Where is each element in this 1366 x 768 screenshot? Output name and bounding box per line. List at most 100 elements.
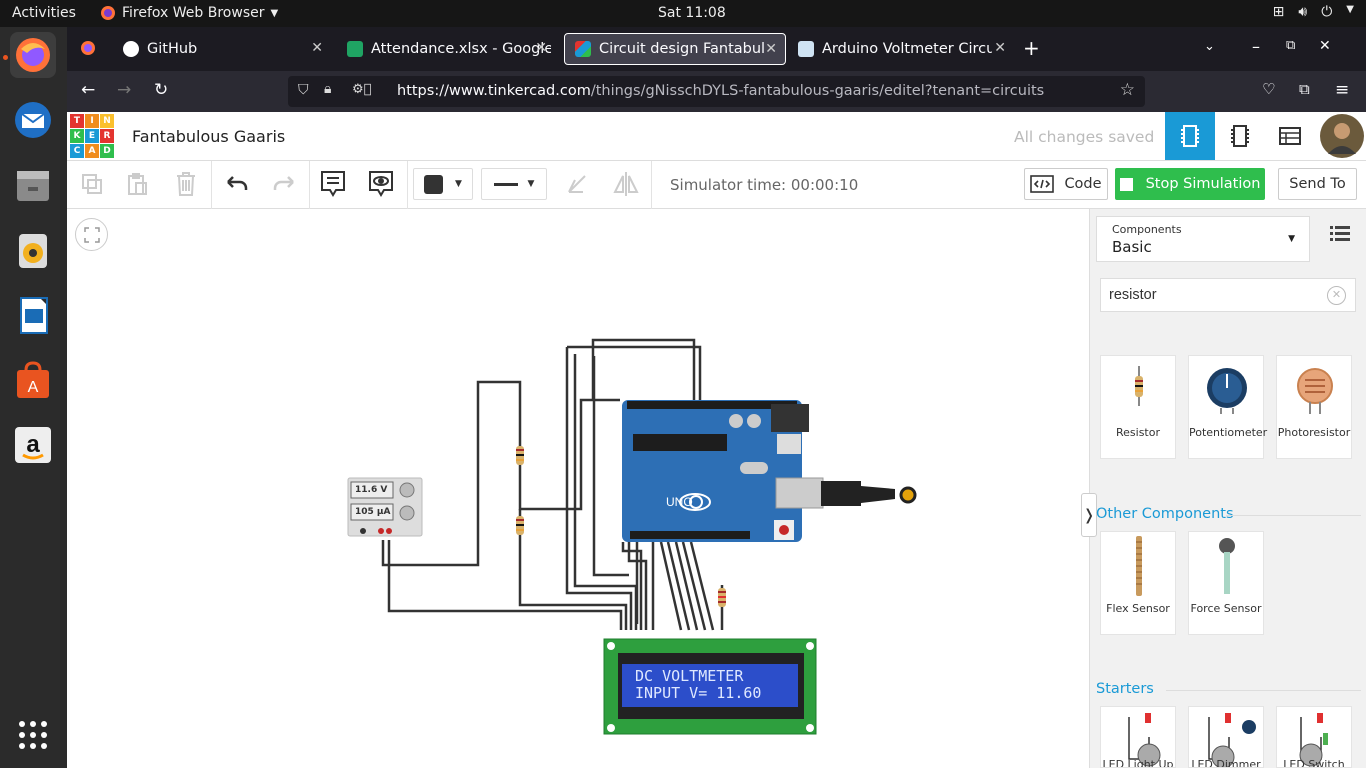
resistor-1[interactable] <box>516 446 524 465</box>
resistor-3[interactable] <box>718 588 726 607</box>
resistor-2[interactable] <box>516 516 524 535</box>
close-icon[interactable]: ✕ <box>765 41 777 57</box>
code-icon <box>1030 175 1055 193</box>
tinkercad-header: T I N K E R C A D Fantabulous Gaaris All… <box>67 112 1366 161</box>
pocket-icon[interactable]: ♡ <box>1262 80 1275 98</box>
editor-toolbar: ▼ ▼ Simulator time: 00:00:10 Code Stop S… <box>67 161 1366 209</box>
stop-simulation-button[interactable]: Stop Simulation <box>1115 168 1265 200</box>
dock-software-icon[interactable]: A <box>10 357 56 403</box>
redo-icon[interactable] <box>269 169 299 199</box>
clear-search-icon[interactable]: ✕ <box>1327 286 1346 305</box>
arduino-label: UNO <box>666 495 693 509</box>
notes-icon[interactable] <box>318 169 348 199</box>
collapse-panel-handle[interactable]: ❭ <box>1081 493 1097 537</box>
close-icon[interactable]: ✕ <box>994 40 1006 56</box>
menu-icon[interactable]: ≡ <box>1335 80 1349 100</box>
shield-icon[interactable]: ⛉ <box>298 82 309 98</box>
notes-visibility-icon[interactable] <box>366 169 396 199</box>
circuit-view-icon[interactable] <box>1165 112 1215 160</box>
new-tab-icon[interactable]: + <box>1023 36 1040 60</box>
component-flex-sensor[interactable]: Flex Sensor <box>1100 531 1176 635</box>
close-icon[interactable]: ✕ <box>535 40 547 56</box>
component-potentiometer[interactable]: Potentiometer <box>1188 355 1267 459</box>
clock[interactable]: Sat 11:08 <box>658 5 726 21</box>
url-bar[interactable]: ⛉ 🔒︎ ⚙⃠ https://www.tinkercad.com/things… <box>288 76 1145 107</box>
component-search-input[interactable] <box>1109 284 1314 306</box>
project-title[interactable]: Fantabulous Gaaris <box>132 127 285 146</box>
window-close-icon[interactable]: ✕ <box>1319 38 1331 54</box>
component-search[interactable]: ✕ <box>1100 278 1356 312</box>
wire-type-dropdown[interactable]: ▼ <box>481 168 547 200</box>
dock-writer-icon[interactable] <box>10 292 56 338</box>
code-button[interactable]: Code <box>1024 168 1108 200</box>
flip-icon[interactable] <box>611 169 641 199</box>
sheets-icon <box>347 41 363 57</box>
app-name: Firefox Web Browser <box>122 5 265 21</box>
tinkercad-icon <box>575 41 591 57</box>
chevron-down-icon: ▼ <box>270 7 279 19</box>
stop-icon <box>1119 177 1133 191</box>
component-force-sensor[interactable]: Force Sensor <box>1188 531 1264 635</box>
back-icon[interactable]: ← <box>81 80 95 100</box>
component-resistor[interactable]: Resistor <box>1100 355 1176 459</box>
activities-button[interactable]: Activities <box>12 5 76 21</box>
component-photoresistor[interactable]: Photoresistor <box>1276 355 1352 459</box>
dock-rhythmbox-icon[interactable] <box>10 227 56 273</box>
volume-icon: 🔊︎ <box>1298 4 1308 20</box>
close-icon[interactable]: ✕ <box>311 40 323 56</box>
lcd-line-1: DC VOLTMETER <box>635 667 744 685</box>
tab-attendance[interactable]: Attendance.xlsx - Google ✕ <box>337 33 555 65</box>
app-menu[interactable]: Firefox Web Browser ▼ <box>100 5 278 21</box>
paste-icon[interactable] <box>122 169 152 199</box>
chevron-down-icon: ▼ <box>527 179 535 189</box>
dock-files-icon[interactable] <box>10 162 56 208</box>
nav-bar: ← → ↻ ⛉ 🔒︎ ⚙⃠ https://www.tinkercad.com/… <box>67 71 1366 112</box>
bookmark-star-icon[interactable]: ☆ <box>1120 80 1135 100</box>
avatar[interactable] <box>1317 112 1366 160</box>
forward-icon[interactable]: → <box>117 80 131 100</box>
lock-icon[interactable]: 🔒︎ <box>324 81 331 97</box>
color-swatch <box>424 174 444 194</box>
copy-icon[interactable] <box>77 169 107 199</box>
components-dropdown[interactable]: Components Basic ▼ <box>1096 216 1310 262</box>
tinkercad-logo[interactable]: T I N K E R C A D <box>70 114 114 158</box>
minimize-icon[interactable]: – <box>1252 37 1260 56</box>
component-list-icon[interactable] <box>1265 112 1315 160</box>
firefox-window: GitHub ✕ Attendance.xlsx - Google ✕ Circ… <box>67 27 1366 768</box>
tab-github[interactable]: GitHub ✕ <box>113 33 331 65</box>
rotate-icon[interactable] <box>562 169 592 199</box>
undo-icon[interactable] <box>222 169 252 199</box>
tab-circuit-design[interactable]: Circuit design Fantabulou ✕ <box>564 33 786 65</box>
system-tray[interactable]: ⊞ 🔊︎ ⏻ ▼ <box>1273 4 1354 20</box>
dock-firefox-icon[interactable] <box>10 32 56 78</box>
dock-amazon-icon[interactable]: a <box>10 422 56 468</box>
send-to-button[interactable]: Send To <box>1278 168 1357 200</box>
arduino-uno[interactable] <box>622 400 917 542</box>
starter-led-light-up[interactable]: LED Light Up <box>1100 706 1176 768</box>
show-apps-icon[interactable] <box>10 712 56 758</box>
firefox-icon <box>101 6 115 20</box>
starter-led-switch[interactable]: LED Switch <box>1276 706 1352 768</box>
dock-thunderbird-icon[interactable] <box>10 97 56 143</box>
flex-sensor-icon <box>1136 536 1142 596</box>
resistor-icon <box>1135 366 1143 406</box>
extensions-icon[interactable]: ⧉ <box>1299 80 1310 98</box>
tab-arduino-voltmeter[interactable]: Arduino Voltmeter Circui ✕ <box>788 33 1014 65</box>
section-divider <box>1226 515 1361 516</box>
circuit-canvas[interactable]: UNO 11.6 V 105 µA DC VOLTMETER INPUT V= … <box>67 209 1089 768</box>
starters-heading[interactable]: Starters <box>1096 681 1154 697</box>
list-tabs-icon[interactable]: ⌄ <box>1204 39 1215 54</box>
list-view-icon[interactable] <box>1330 225 1350 245</box>
github-icon <box>123 41 139 57</box>
simulator-time: Simulator time: 00:00:10 <box>670 176 859 194</box>
maximize-icon[interactable]: ⧉ <box>1286 38 1295 53</box>
other-components-heading[interactable]: Other Components <box>1096 506 1234 522</box>
wire-color-dropdown[interactable]: ▼ <box>413 168 473 200</box>
starter-led-dimmer[interactable]: LED Dimmer <box>1188 706 1264 768</box>
permissions-icon[interactable]: ⚙⃠ <box>352 82 371 97</box>
schematic-view-icon[interactable] <box>1215 112 1265 160</box>
potentiometer-icon <box>1207 368 1247 414</box>
firefox-view-icon[interactable] <box>80 40 96 60</box>
delete-icon[interactable] <box>171 169 201 199</box>
reload-icon[interactable]: ↻ <box>154 80 168 100</box>
